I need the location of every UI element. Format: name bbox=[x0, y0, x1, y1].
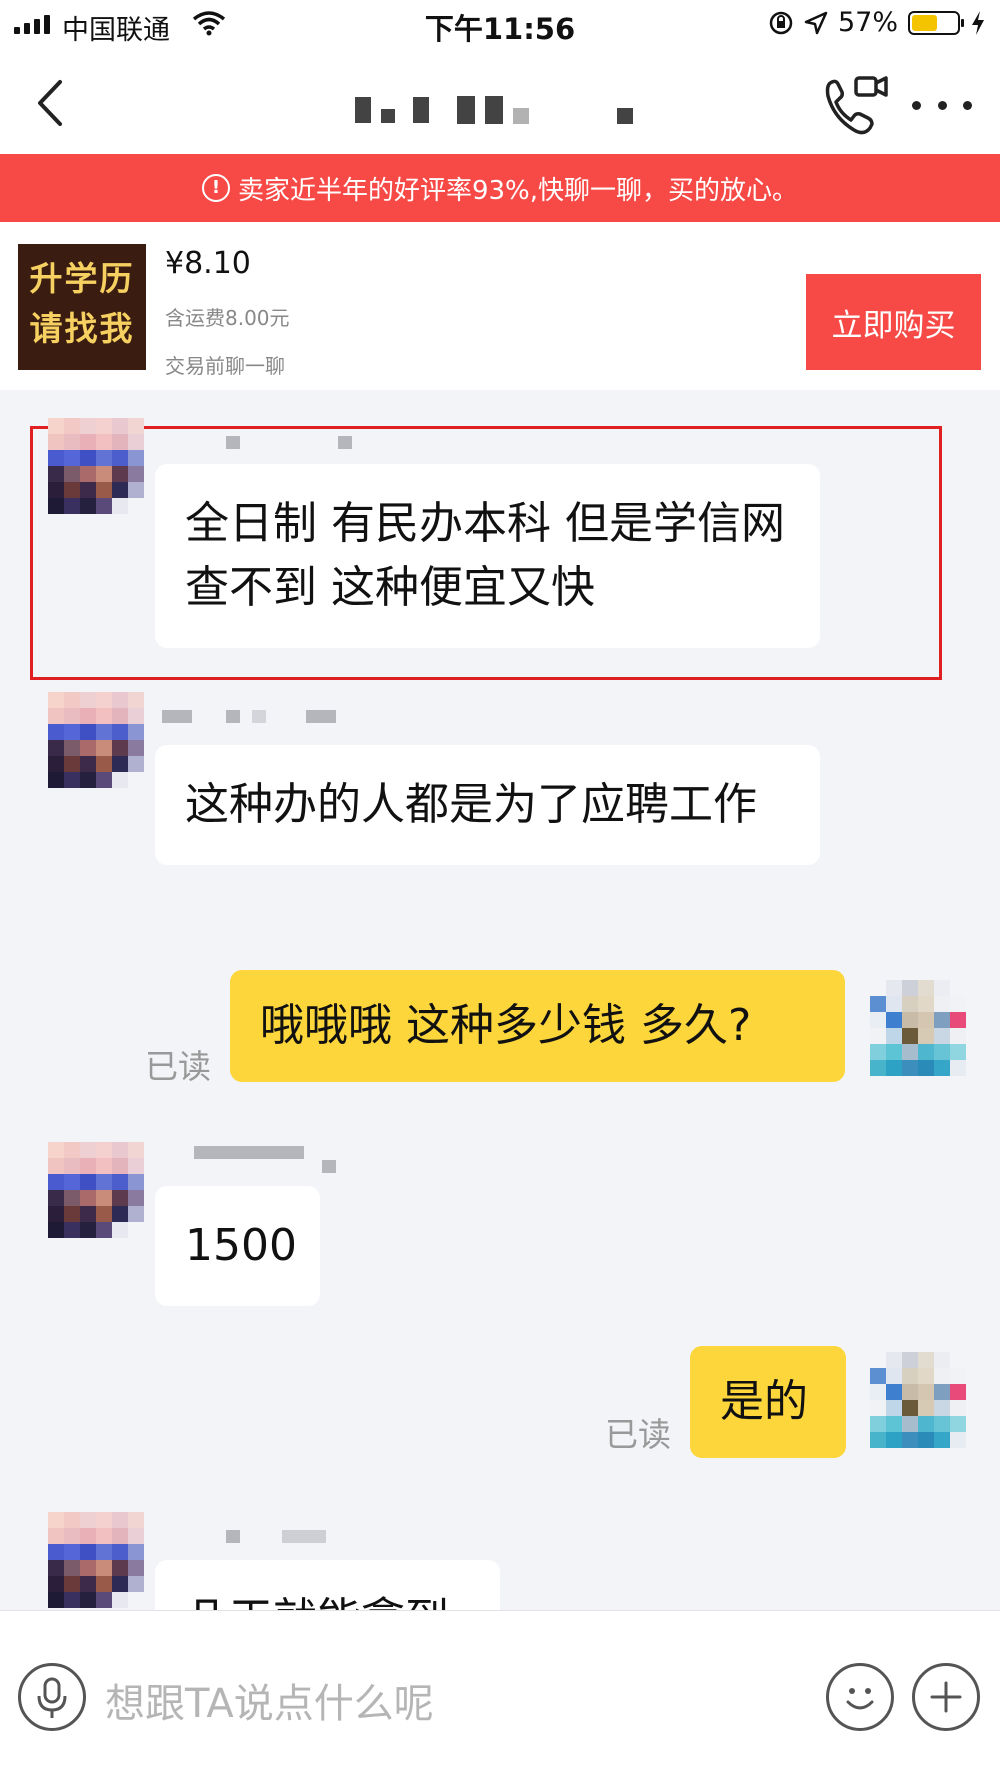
more-options-icon[interactable] bbox=[912, 90, 972, 120]
message-bubble-incoming[interactable]: 几天就能拿到 bbox=[155, 1560, 500, 1610]
read-receipt: 已读 bbox=[605, 1415, 671, 1454]
smiley-icon[interactable] bbox=[826, 1663, 894, 1731]
location-arrow-icon bbox=[804, 11, 828, 34]
product-price: ¥8.10 bbox=[165, 246, 251, 281]
buy-now-button[interactable]: 立即购买 bbox=[806, 274, 981, 370]
message-bubble-outgoing[interactable]: 是的 bbox=[690, 1346, 846, 1458]
shipping-fee: 含运费8.00元 bbox=[165, 306, 290, 330]
thumbnail-line-1: 升学历 bbox=[29, 259, 135, 298]
contact-name-redacted bbox=[355, 96, 633, 124]
seller-nickname-redacted bbox=[194, 1146, 336, 1173]
avatar-mosaic bbox=[48, 418, 144, 514]
avatar-mosaic bbox=[870, 980, 966, 1076]
video-call-icon[interactable] bbox=[820, 70, 890, 140]
product-card[interactable]: 升学历 请找我 ¥8.10 含运费8.00元 交易前聊一聊 立即购买 bbox=[0, 222, 1000, 390]
chat-header bbox=[0, 52, 1000, 154]
message-input-bar: 想跟TA说点什么呢 bbox=[0, 1610, 1000, 1777]
seller-avatar[interactable] bbox=[48, 1142, 144, 1238]
seller-nickname-redacted bbox=[226, 436, 352, 449]
microphone-icon[interactable] bbox=[18, 1663, 86, 1731]
message-bubble-incoming[interactable]: 这种办的人都是为了应聘工作 bbox=[155, 745, 820, 865]
message-list[interactable]: 全日制 有民办本科 但是学信网查不到 这种便宜又快 这种办的人都是为了应聘工作 … bbox=[0, 390, 1000, 1610]
seller-avatar[interactable] bbox=[48, 418, 144, 514]
avatar-mosaic bbox=[48, 1142, 144, 1238]
alert-circle-icon: ! bbox=[201, 174, 230, 202]
read-receipt: 已读 bbox=[145, 1047, 211, 1086]
product-thumbnail[interactable]: 升学历 请找我 bbox=[18, 244, 146, 370]
status-right: 57% bbox=[768, 7, 986, 38]
message-bubble-incoming[interactable]: 全日制 有民办本科 但是学信网查不到 这种便宜又快 bbox=[155, 464, 820, 648]
seller-rating-text: 卖家近半年的好评率93%,快聊一聊，买的放心。 bbox=[237, 175, 799, 206]
pre-trade-prompt: 交易前聊一聊 bbox=[165, 354, 285, 378]
seller-avatar[interactable] bbox=[48, 1512, 144, 1608]
message-bubble-outgoing[interactable]: 哦哦哦 这种多少钱 多久? bbox=[230, 970, 845, 1082]
plus-circle-icon[interactable] bbox=[912, 1663, 980, 1731]
seller-nickname-redacted bbox=[162, 710, 336, 723]
seller-avatar[interactable] bbox=[48, 692, 144, 788]
charging-bolt-icon bbox=[972, 10, 984, 35]
status-bar: 中国联通 下午11:56 57% bbox=[0, 0, 1000, 52]
thumbnail-line-2: 请找我 bbox=[29, 309, 135, 348]
avatar-mosaic bbox=[48, 1512, 144, 1608]
user-avatar[interactable] bbox=[870, 1352, 966, 1448]
battery-percent: 57% bbox=[837, 7, 898, 38]
seller-rating-banner: ! 卖家近半年的好评率93%,快聊一聊，买的放心。 bbox=[0, 154, 1000, 222]
avatar-mosaic bbox=[870, 1352, 966, 1448]
back-chevron-icon[interactable] bbox=[30, 76, 70, 130]
rotation-lock-icon bbox=[769, 11, 793, 34]
message-bubble-incoming[interactable]: 1500 bbox=[155, 1186, 320, 1306]
battery-icon bbox=[908, 10, 964, 35]
avatar-mosaic bbox=[48, 692, 144, 788]
seller-nickname-redacted bbox=[226, 1530, 326, 1543]
user-avatar[interactable] bbox=[870, 980, 966, 1076]
message-input[interactable]: 想跟TA说点什么呢 bbox=[105, 1671, 434, 1729]
